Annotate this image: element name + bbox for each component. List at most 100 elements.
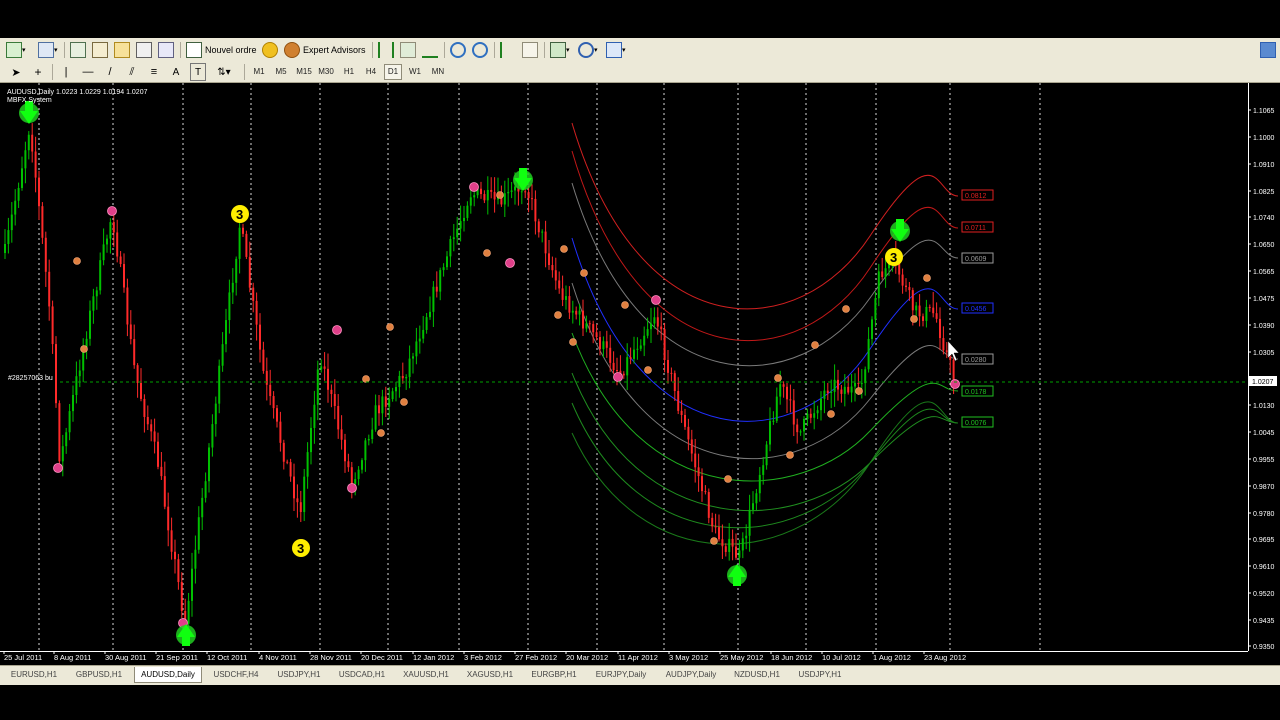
- data-window-button[interactable]: [114, 41, 130, 59]
- candle-body: [153, 431, 156, 442]
- candle-body: [221, 344, 224, 366]
- new-order-button[interactable]: Nouvel ordre: [186, 41, 257, 59]
- chart-tab[interactable]: EURGBP,H1: [524, 667, 584, 683]
- candle-body: [374, 405, 377, 430]
- candle-body: [561, 288, 564, 300]
- line-chart-button[interactable]: [422, 41, 438, 59]
- chart-tab[interactable]: USDCHF,H4: [206, 667, 266, 683]
- bar-chart-icon: [378, 42, 394, 58]
- chart-tab[interactable]: EURUSD,H1: [4, 667, 64, 683]
- price-tick-label: 0.9610: [1253, 564, 1275, 571]
- chart-shift-icon: [522, 42, 538, 58]
- trendline-button[interactable]: /: [102, 63, 118, 81]
- chart-tab[interactable]: USDJPY,H1: [270, 667, 328, 683]
- candle-body: [412, 356, 414, 359]
- chart-tab[interactable]: XAGUSD,H1: [460, 667, 520, 683]
- timeframe-m1-button[interactable]: M1: [250, 64, 268, 80]
- chart-window[interactable]: 0.0812 0.0711 0.0609 0.0456 0.0280 0.0178 0.00…: [0, 83, 1280, 665]
- candle-body: [633, 349, 635, 359]
- candle-body: [806, 413, 809, 419]
- candle-body: [170, 530, 173, 552]
- candle-body: [568, 296, 571, 313]
- candle-body: [755, 493, 758, 504]
- candle-body: [439, 270, 442, 292]
- candle-body: [741, 538, 744, 551]
- candle-body: [680, 410, 683, 415]
- chart-tab[interactable]: AUDJPY,Daily: [658, 667, 724, 683]
- price-chart[interactable]: 0.0812 0.0711 0.0609 0.0456 0.0280 0.0178 0.00…: [0, 83, 1280, 665]
- timeframe-h1-button[interactable]: H1: [340, 64, 358, 80]
- metaeditor-button[interactable]: [262, 41, 278, 59]
- timeframe-w1-button[interactable]: W1: [406, 64, 424, 80]
- zoom-out-button[interactable]: [472, 41, 488, 59]
- chart-tab[interactable]: USDCAD,H1: [332, 667, 392, 683]
- candle-body: [541, 231, 544, 233]
- candle-body: [10, 214, 13, 231]
- date-tick-label: 12 Jan 2012: [413, 653, 454, 662]
- candle-body: [378, 405, 380, 414]
- chart-tab[interactable]: EURJPY,Daily: [588, 667, 654, 683]
- candle-body: [554, 270, 557, 281]
- band-value-label: 0.0711: [965, 225, 986, 232]
- candle-body: [449, 239, 452, 257]
- candle-body: [704, 491, 707, 493]
- channel-button[interactable]: ⫽: [124, 63, 140, 81]
- zoom-in-button[interactable]: [450, 41, 466, 59]
- price-tick-label: 1.0045: [1253, 430, 1275, 437]
- chart-tab[interactable]: GBPUSD,H1: [68, 667, 130, 683]
- candle-body: [106, 238, 108, 245]
- auto-scroll-button[interactable]: [500, 41, 516, 59]
- candle-body: [99, 260, 102, 291]
- text-button[interactable]: A: [168, 63, 184, 81]
- magnifier-icon: [158, 42, 174, 58]
- new-chart-button[interactable]: ▾: [6, 41, 26, 59]
- chart-tab[interactable]: NZDUSD,H1: [728, 667, 786, 683]
- bar-chart-button[interactable]: [378, 41, 394, 59]
- cursor-button[interactable]: ➤: [8, 63, 24, 81]
- candle-body: [792, 400, 795, 425]
- timeframe-mn-button[interactable]: MN: [428, 64, 448, 80]
- vertical-line-button[interactable]: |: [58, 63, 74, 81]
- candle-body: [435, 286, 438, 292]
- price-tick-label: 0.9520: [1253, 591, 1275, 598]
- candle-body: [357, 469, 360, 480]
- candle-body: [531, 198, 533, 200]
- chart-tab[interactable]: XAUUSD,H1: [396, 667, 456, 683]
- strategy-tester-button[interactable]: [158, 41, 174, 59]
- candle-body: [653, 317, 656, 324]
- navigator-button[interactable]: [92, 41, 108, 59]
- text-label-button[interactable]: T: [190, 63, 206, 81]
- date-tick-label: 25 May 2012: [720, 653, 763, 662]
- timeframe-h4-button[interactable]: H4: [362, 64, 380, 80]
- candle-body: [323, 366, 326, 369]
- swing-low-dot: [710, 537, 718, 545]
- candle-body: [286, 461, 289, 463]
- crosshair-button[interactable]: +: [30, 63, 46, 81]
- candle-body: [163, 476, 166, 507]
- chart-shift-button[interactable]: [522, 41, 538, 59]
- templates-button[interactable]: ▾: [606, 41, 626, 59]
- arrows-button[interactable]: ⇅▾: [214, 63, 234, 81]
- chart-tab[interactable]: USDJPY,H1: [790, 667, 850, 683]
- profiles-button[interactable]: ▾: [38, 41, 58, 59]
- timeframe-m30-button[interactable]: M30: [316, 64, 336, 80]
- expert-advisors-button[interactable]: Expert Advisors: [284, 41, 366, 59]
- horizontal-line-button[interactable]: —: [80, 63, 96, 81]
- timeframe-m15-button[interactable]: M15: [294, 64, 314, 80]
- periods-button[interactable]: ▾: [578, 41, 598, 59]
- fibonacci-button[interactable]: ≡: [146, 63, 162, 81]
- timeframe-d1-button[interactable]: D1: [384, 64, 402, 80]
- indicators-button[interactable]: ▾: [550, 41, 570, 59]
- candle-body: [670, 372, 673, 374]
- candle-body: [918, 305, 921, 317]
- candle-body: [711, 517, 714, 527]
- candle-body: [228, 292, 231, 321]
- candle-body: [922, 316, 924, 321]
- market-watch-button[interactable]: [70, 41, 86, 59]
- chart-tab[interactable]: AUDUSD,Daily: [134, 667, 202, 683]
- timeframe-m5-button[interactable]: M5: [272, 64, 290, 80]
- price-tick-label: 1.0650: [1253, 242, 1275, 249]
- terminal-button[interactable]: [136, 41, 152, 59]
- candlestick-button[interactable]: [400, 41, 416, 59]
- notifications-button[interactable]: [1260, 41, 1276, 59]
